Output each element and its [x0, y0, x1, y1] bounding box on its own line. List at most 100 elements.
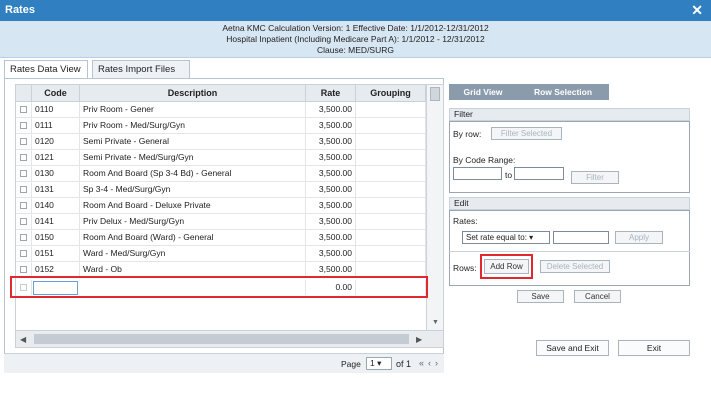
edit-section-header: Edit — [449, 197, 690, 210]
row-checkbox[interactable] — [20, 266, 27, 273]
grid-pager: Page 1 ▾ of 1 « ‹ › — [4, 353, 444, 373]
filter-selected-button[interactable]: Filter Selected — [491, 127, 562, 140]
row-rate: 3,500.00 — [306, 182, 356, 197]
header-clause-line: Clause: MED/SURG — [317, 45, 394, 55]
window-title: Rates — [5, 4, 35, 16]
by-code-range-label: By Code Range: — [453, 155, 516, 165]
row-grouping — [356, 214, 426, 229]
table-row[interactable]: 0110 Priv Room - Gener 3,500.00 — [16, 102, 426, 118]
row-description: Priv Delux - Med/Surg/Gyn — [80, 214, 306, 229]
code-range-from-input[interactable] — [453, 167, 502, 180]
row-rate: 3,500.00 — [306, 262, 356, 277]
scroll-up-button[interactable] — [430, 87, 440, 101]
tab-rates-import-files[interactable]: Rates Import Files — [92, 60, 190, 78]
tab-grid-view[interactable]: Grid View — [449, 84, 517, 100]
horizontal-scroll-thumb[interactable] — [34, 334, 409, 344]
table-row[interactable]: 0111 Priv Room - Med/Surg/Gyn 3,500.00 — [16, 118, 426, 134]
header-hospital-line: Hospital Inpatient (Including Medicare P… — [226, 34, 485, 44]
title-bar: Rates ✕ — [0, 0, 711, 21]
row-checkbox[interactable] — [20, 186, 27, 193]
scroll-left-icon[interactable]: ◀ — [20, 335, 26, 344]
row-checkbox[interactable] — [20, 154, 27, 161]
grid-vertical-scrollbar[interactable]: ▼ — [426, 85, 443, 332]
scroll-down-icon[interactable]: ▼ — [432, 319, 439, 326]
row-rate: 3,500.00 — [306, 150, 356, 165]
row-checkbox[interactable] — [20, 234, 27, 241]
save-button[interactable]: Save — [517, 290, 564, 303]
filter-section-header: Filter — [449, 108, 690, 121]
next-page-icon[interactable]: › — [435, 358, 438, 368]
row-rate: 3,500.00 — [306, 198, 356, 213]
row-description: Sp 3-4 - Med/Surg/Gyn — [80, 182, 306, 197]
row-checkbox[interactable] — [20, 202, 27, 209]
row-grouping — [356, 230, 426, 245]
row-code: 0152 — [32, 262, 80, 277]
row-checkbox[interactable] — [20, 138, 27, 145]
column-header-code[interactable]: Code — [32, 85, 80, 101]
row-grouping — [356, 262, 426, 277]
table-row[interactable]: 0131 Sp 3-4 - Med/Surg/Gyn 3,500.00 — [16, 182, 426, 198]
row-code: 0140 — [32, 198, 80, 213]
row-description: Room And Board - Deluxe Private — [80, 198, 306, 213]
rates-grid: Code Description Rate Grouping 0110 Priv… — [15, 84, 444, 348]
tab-row-selection[interactable]: Row Selection — [517, 84, 609, 100]
save-and-exit-button[interactable]: Save and Exit — [536, 340, 609, 356]
rates-grid-panel: Code Description Rate Grouping 0110 Priv… — [4, 78, 444, 373]
row-code: 0110 — [32, 102, 80, 117]
row-description: Ward - Med/Surg/Gyn — [80, 246, 306, 261]
row-grouping — [356, 150, 426, 165]
row-rate: 3,500.00 — [306, 214, 356, 229]
table-row[interactable]: 0140 Room And Board - Deluxe Private 3,5… — [16, 198, 426, 214]
tab-rates-data-view[interactable]: Rates Data View — [4, 60, 88, 79]
row-grouping — [356, 198, 426, 213]
row-checkbox[interactable] — [20, 250, 27, 257]
row-checkbox[interactable] — [20, 122, 27, 129]
column-header-description[interactable]: Description — [80, 85, 306, 101]
close-icon[interactable]: ✕ — [691, 2, 703, 19]
table-row[interactable]: 0130 Room And Board (Sp 3-4 Bd) - Genera… — [16, 166, 426, 182]
row-code: 0131 — [32, 182, 80, 197]
table-row[interactable]: 0120 Semi Private - General 3,500.00 — [16, 134, 426, 150]
column-header-grouping[interactable]: Grouping — [356, 85, 426, 101]
row-checkbox[interactable] — [20, 170, 27, 177]
calculation-header: Aetna KMC Calculation Version: 1 Effecti… — [0, 21, 711, 58]
row-checkbox[interactable] — [20, 106, 27, 113]
scroll-right-icon[interactable]: ▶ — [416, 335, 422, 344]
grid-header: Code Description Rate Grouping — [16, 85, 426, 102]
code-range-to-input[interactable] — [514, 167, 564, 180]
filter-button[interactable]: Filter — [571, 171, 619, 184]
row-description: Semi Private - Med/Surg/Gyn — [80, 150, 306, 165]
prev-page-icon[interactable]: ‹ — [428, 358, 431, 368]
page-label: Page — [341, 359, 361, 369]
new-row-highlight — [10, 276, 428, 298]
cancel-button[interactable]: Cancel — [574, 290, 621, 303]
table-row[interactable]: 0121 Semi Private - Med/Surg/Gyn 3,500.0… — [16, 150, 426, 166]
row-code: 0111 — [32, 118, 80, 133]
table-row[interactable]: 0150 Room And Board (Ward) - General 3,5… — [16, 230, 426, 246]
row-grouping — [356, 166, 426, 181]
header-version-line: Aetna KMC Calculation Version: 1 Effecti… — [222, 23, 489, 33]
row-description: Room And Board (Ward) - General — [80, 230, 306, 245]
row-code: 0120 — [32, 134, 80, 149]
apply-button[interactable]: Apply — [615, 231, 663, 244]
grid-horizontal-scrollbar[interactable]: ◀ ▶ — [16, 330, 443, 347]
table-row[interactable]: 0141 Priv Delux - Med/Surg/Gyn 3,500.00 — [16, 214, 426, 230]
exit-button[interactable]: Exit — [618, 340, 690, 356]
row-description: Room And Board (Sp 3-4 Bd) - General — [80, 166, 306, 181]
row-code: 0150 — [32, 230, 80, 245]
rate-operation-select[interactable]: Set rate equal to: ▾ — [462, 231, 550, 244]
rate-value-input[interactable] — [553, 231, 609, 244]
first-page-icon[interactable]: « — [419, 358, 424, 368]
delete-selected-button[interactable]: Delete Selected — [540, 260, 610, 273]
row-code: 0151 — [32, 246, 80, 261]
row-code: 0130 — [32, 166, 80, 181]
row-checkbox[interactable] — [20, 218, 27, 225]
page-select[interactable]: 1 ▾ — [366, 357, 392, 370]
row-rate: 3,500.00 — [306, 118, 356, 133]
row-rate: 3,500.00 — [306, 102, 356, 117]
column-header-rate[interactable]: Rate — [306, 85, 356, 101]
table-row[interactable]: 0151 Ward - Med/Surg/Gyn 3,500.00 — [16, 246, 426, 262]
to-label: to — [505, 170, 513, 180]
row-grouping — [356, 246, 426, 261]
row-grouping — [356, 182, 426, 197]
